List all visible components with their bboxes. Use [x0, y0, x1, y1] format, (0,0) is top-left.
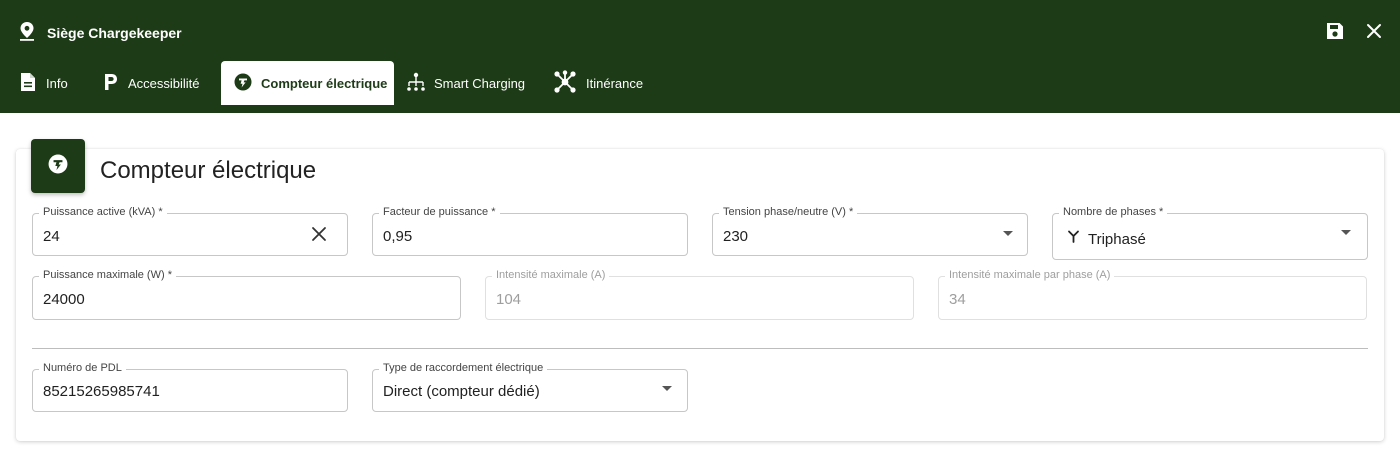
pdl-field[interactable]: Numéro de PDL 85215265985741: [32, 362, 348, 412]
intensite-max-value: 104: [496, 291, 522, 308]
save-button[interactable]: [1323, 21, 1347, 45]
intensite-max-field: Intensité maximale (A) 104: [485, 269, 914, 320]
divider: [32, 348, 1368, 349]
pdl-value[interactable]: 85215265985741: [43, 383, 160, 400]
tension-value: 230: [723, 228, 749, 245]
facteur-puissance-value[interactable]: 0,95: [383, 228, 412, 245]
puissance-active-field[interactable]: Puissance active (kVA) * 24: [32, 206, 348, 256]
three-phase-icon: [1067, 230, 1080, 248]
hierarchy-icon: [407, 72, 434, 95]
chevron-down-icon[interactable]: [1003, 231, 1013, 236]
tab-compteur-electrique-label: Compteur électrique: [261, 75, 388, 91]
tab-accessibilite[interactable]: Accessibilité: [94, 61, 214, 105]
location-pin-icon: [18, 21, 36, 46]
tab-info[interactable]: Info: [10, 61, 86, 105]
facteur-puissance-field[interactable]: Facteur de puissance * 0,95: [372, 206, 688, 256]
chevron-down-icon[interactable]: [1341, 230, 1351, 235]
tab-smart-charging-label: Smart Charging: [434, 75, 526, 91]
clear-icon[interactable]: [311, 226, 327, 247]
tab-itinerance-label: Itinérance: [586, 75, 644, 91]
chevron-down-icon[interactable]: [662, 386, 672, 391]
tab-compteur-electrique[interactable]: Compteur électrique: [221, 61, 394, 105]
card-icon-badge: [31, 139, 85, 193]
puissance-active-label: Puissance active (kVA) *: [39, 206, 167, 218]
tension-select[interactable]: Tension phase/neutre (V) * 230: [712, 206, 1028, 256]
puissance-active-value[interactable]: 24: [43, 228, 60, 245]
parking-icon: [103, 72, 128, 95]
intensite-phase-label: Intensité maximale par phase (A): [945, 269, 1115, 281]
intensite-max-label: Intensité maximale (A): [492, 269, 610, 281]
puissance-max-value[interactable]: 24000: [43, 291, 85, 308]
intensite-phase-value: 34: [949, 291, 966, 308]
network-icon: [553, 69, 586, 97]
document-icon: [19, 72, 46, 95]
intensite-phase-field: Intensité maximale par phase (A) 34: [938, 269, 1367, 320]
phases-select[interactable]: Nombre de phases * Triphasé: [1052, 206, 1368, 260]
close-icon: [1366, 23, 1382, 44]
facteur-puissance-label: Facteur de puissance *: [379, 206, 500, 218]
phases-value: Triphasé: [1088, 231, 1146, 248]
meter-icon: [234, 73, 261, 94]
tension-label: Tension phase/neutre (V) *: [719, 206, 858, 218]
pdl-label: Numéro de PDL: [39, 362, 126, 374]
raccordement-select[interactable]: Type de raccordement électrique Direct (…: [372, 362, 688, 412]
save-icon: [1325, 21, 1345, 46]
page-title-row: Siège Chargekeeper: [18, 21, 182, 46]
header-bar: Siège Chargekeeper Info Accessibilité Co…: [0, 0, 1400, 113]
puissance-max-field[interactable]: Puissance maximale (W) * 24000: [32, 269, 461, 320]
raccordement-value: Direct (compteur dédié): [383, 383, 540, 400]
card-title: Compteur électrique: [100, 157, 317, 184]
close-button[interactable]: [1362, 21, 1386, 45]
raccordement-label: Type de raccordement électrique: [379, 362, 548, 374]
tab-accessibilite-label: Accessibilité: [128, 75, 200, 91]
puissance-max-label: Puissance maximale (W) *: [39, 269, 176, 281]
phases-label: Nombre de phases *: [1059, 206, 1168, 218]
page-title: Siège Chargekeeper: [47, 25, 182, 41]
tab-smart-charging[interactable]: Smart Charging: [398, 61, 536, 105]
tab-itinerance[interactable]: Itinérance: [544, 61, 654, 105]
meter-icon: [48, 154, 68, 179]
tab-info-label: Info: [46, 75, 68, 91]
